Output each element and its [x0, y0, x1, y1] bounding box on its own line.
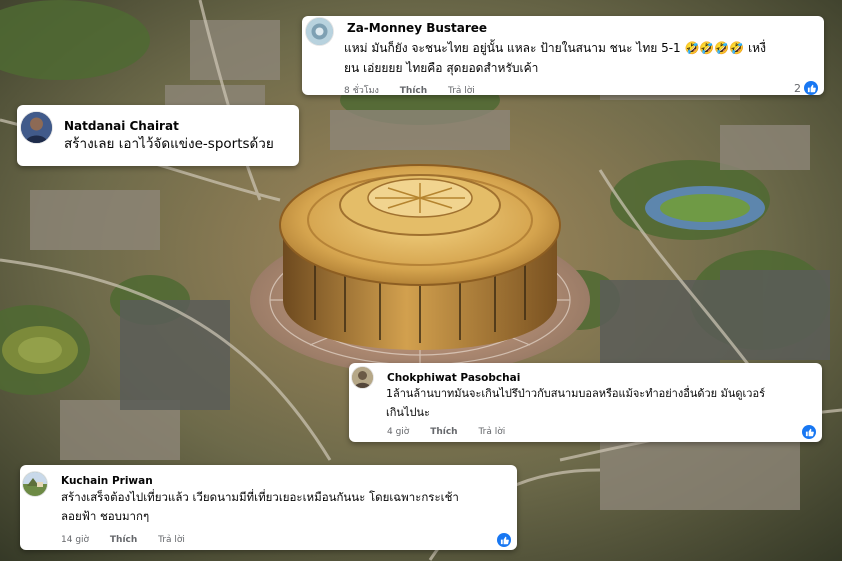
- comment-text-line: สร้างเลย เอาไว้จัดแข่งe-sportsด้วย: [64, 136, 274, 152]
- comment-meta: 4 giờ Thích Trả lời: [387, 427, 523, 437]
- reaction-summary[interactable]: [799, 425, 816, 439]
- comment-meta: 8 ชั่วโมง Thích Trả lời: [344, 83, 493, 97]
- like-icon: [804, 81, 818, 95]
- avatar[interactable]: [21, 112, 52, 143]
- like-link[interactable]: Thích: [110, 535, 137, 545]
- comment-text-line: เกินไปนะ: [386, 406, 430, 419]
- comment-text: 1ล้านล้านบาทมันจะเกินไปรึป่าวกับสนามบอลห…: [386, 384, 818, 422]
- comment-meta: 14 giờ Thích Trả lời: [61, 535, 203, 545]
- comment-author[interactable]: Kuchain Priwan: [61, 475, 153, 487]
- comment-card: Kuchain Priwan สร้างเสร็จต้องไปเที่ยวแล้…: [20, 465, 517, 550]
- avatar[interactable]: [352, 367, 373, 388]
- comment-card: Natdanai Chairat สร้างเลย เอาไว้จัดแข่งe…: [17, 105, 299, 166]
- like-link[interactable]: Thích: [400, 86, 427, 96]
- reply-link[interactable]: Trả lời: [478, 427, 505, 437]
- like-icon: [497, 533, 511, 547]
- comment-time[interactable]: 14 giờ: [61, 535, 89, 545]
- avatar[interactable]: [23, 472, 47, 496]
- comment-author[interactable]: Chokphiwat Pasobchai: [387, 372, 520, 384]
- like-icon: [802, 425, 816, 439]
- comment-text-line: ยน เอ่ยยยย ไทยคือ สุดยอดสำหรับเค้า: [344, 61, 539, 75]
- comment-time[interactable]: 8 ชั่วโมง: [344, 86, 379, 96]
- comment-text-line: ลอยฟ้า ชอบมากๆ: [61, 509, 150, 523]
- comment-card: Za-Monney Bustaree แหม่ มันก็ยัง จะชนะไท…: [302, 16, 824, 97]
- comment-text-line: สร้างเสร็จต้องไปเที่ยวแล้ว เวียดนามมีที่…: [61, 490, 459, 504]
- avatar[interactable]: [306, 18, 333, 45]
- comment-time[interactable]: 4 giờ: [387, 427, 409, 437]
- comment-author[interactable]: Natdanai Chairat: [64, 119, 179, 133]
- reply-link[interactable]: Trả lời: [158, 535, 185, 545]
- comment-text: สร้างเสร็จต้องไปเที่ยวแล้ว เวียดนามมีที่…: [61, 488, 511, 526]
- comment-text: แหม่ มันก็ยัง จะชนะไทย อยู่นั้น แหละ ป้า…: [344, 38, 819, 78]
- comment-text-line: แหม่ มันก็ยัง จะชนะไทย อยู่นั้น แหละ ป้า…: [344, 41, 766, 55]
- reaction-summary[interactable]: 2: [794, 81, 818, 95]
- reply-link[interactable]: Trả lời: [448, 86, 475, 96]
- like-link[interactable]: Thích: [430, 427, 457, 437]
- comment-text-line: 1ล้านล้านบาทมันจะเกินไปรึป่าวกับสนามบอลห…: [386, 387, 765, 400]
- reaction-count: 2: [794, 81, 801, 95]
- reaction-summary[interactable]: [494, 533, 511, 547]
- comment-card: Chokphiwat Pasobchai 1ล้านล้านบาทมันจะเก…: [349, 363, 822, 442]
- comment-text: สร้างเลย เอาไว้จัดแข่งe-sportsด้วย: [64, 134, 296, 154]
- comment-author[interactable]: Za-Monney Bustaree: [347, 21, 487, 35]
